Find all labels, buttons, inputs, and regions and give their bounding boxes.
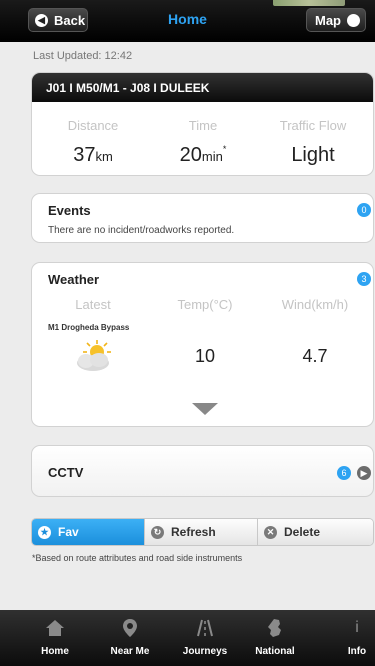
traffic-flow-label: Traffic Flow: [279, 118, 347, 133]
time-value: 20min*: [179, 144, 227, 166]
refresh-icon: ↻: [151, 525, 164, 539]
weather-wind-label: Wind(km/h): [281, 297, 349, 312]
tab-national[interactable]: National: [240, 610, 310, 666]
delete-icon: ✕: [264, 525, 277, 539]
road-icon: [197, 619, 213, 637]
events-count-badge: 0: [357, 203, 371, 217]
events-message: There are no incident/roadworks reported…: [48, 225, 235, 236]
tab-journeys[interactable]: Journeys: [170, 610, 240, 666]
delete-button-label: Delete: [284, 525, 321, 539]
weather-temp-label: Temp(°C): [177, 297, 233, 312]
cctv-title: CCTV: [48, 465, 84, 480]
chevron-right-icon[interactable]: ▶: [357, 466, 371, 480]
star-icon: ★: [38, 525, 51, 539]
map-button-label: Map: [315, 12, 341, 28]
weather-latest-label: Latest: [75, 297, 111, 312]
cctv-card[interactable]: CCTV 6 ▶: [31, 445, 374, 497]
distance-value: 37km: [73, 144, 113, 166]
fav-button-label: Fav: [58, 525, 79, 539]
tab-journeys-label: Journeys: [182, 646, 228, 657]
tab-info-label: Info: [347, 646, 367, 657]
tab-near-me-label: Near Me: [110, 646, 150, 657]
last-updated: Last Updated: 12:42: [33, 50, 133, 62]
info-icon: i: [355, 619, 359, 636]
action-bar: ★ Fav ↻ Refresh ✕ Delete: [31, 518, 374, 546]
events-card[interactable]: Events 0 There are no incident/roadworks…: [31, 193, 374, 243]
tab-bar: Home Near Me Journeys National i Info: [0, 610, 375, 666]
top-bar: ◀ Back Home Map: [0, 0, 375, 42]
weather-title: Weather: [48, 272, 100, 287]
tab-info[interactable]: i Info: [322, 610, 375, 666]
location-pin-icon: [123, 619, 137, 637]
cctv-count-badge: 6: [337, 466, 351, 480]
tab-home-label: Home: [41, 646, 69, 657]
route-name[interactable]: J01 I M50/M1 - J08 I DULEEK: [32, 73, 373, 102]
tab-near-me[interactable]: Near Me: [95, 610, 165, 666]
footnote: *Based on route attributes and road side…: [32, 553, 243, 563]
expand-down-icon[interactable]: [192, 403, 218, 415]
route-card: J01 I M50/M1 - J08 I DULEEK Distance Tim…: [31, 72, 374, 176]
partly-cloudy-icon: [77, 340, 111, 371]
refresh-button-label: Refresh: [171, 525, 216, 539]
ireland-map-icon: [268, 619, 281, 637]
time-label: Time: [188, 118, 218, 133]
traffic-flow-value: Light: [291, 144, 335, 166]
weather-wind-value: 4.7: [302, 346, 328, 366]
weather-temp-value: 10: [194, 346, 216, 366]
fav-button[interactable]: ★ Fav: [32, 519, 145, 545]
distance-label: Distance: [67, 118, 119, 133]
weather-card: Weather 3 Latest Temp(°C) Wind(km/h) M1 …: [31, 262, 374, 427]
tab-home[interactable]: Home: [20, 610, 90, 666]
refresh-button[interactable]: ↻ Refresh: [145, 519, 258, 545]
map-preview: [273, 0, 345, 6]
delete-button[interactable]: ✕ Delete: [258, 519, 373, 545]
events-title: Events: [48, 203, 91, 218]
weather-location: M1 Drogheda Bypass: [48, 323, 130, 332]
home-icon: [46, 620, 64, 636]
map-arrow-icon: [347, 13, 360, 27]
weather-count-badge: 3: [357, 272, 371, 286]
route-stats: Distance Time Traffic Flow 37km 20min* L…: [32, 102, 373, 175]
map-button[interactable]: Map: [306, 8, 366, 32]
tab-national-label: National: [255, 646, 295, 657]
